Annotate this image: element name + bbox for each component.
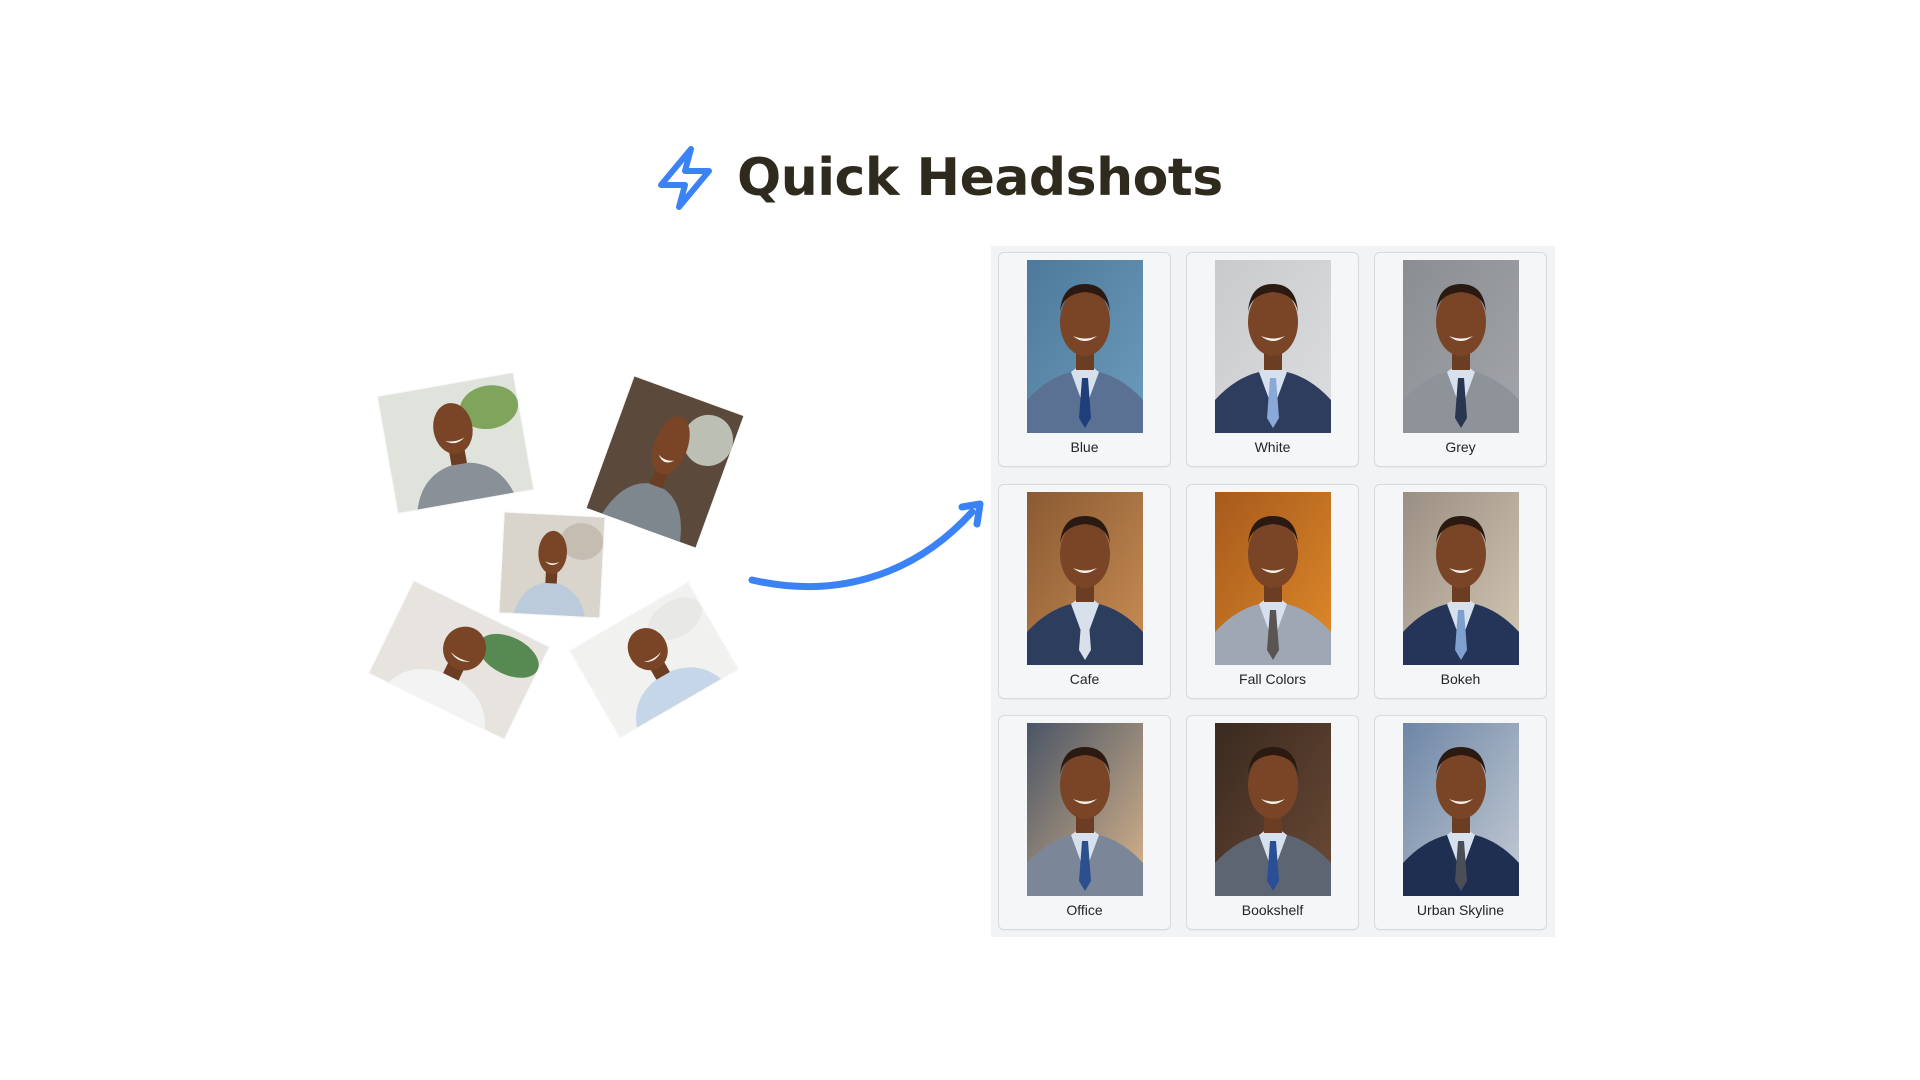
style-card-white[interactable]: White [1186, 252, 1359, 467]
results-panel: Blue White Grey Cafe Fall Colors Bokeh O… [991, 246, 1555, 937]
style-card-urban-skyline[interactable]: Urban Skyline [1374, 715, 1547, 930]
headshot-image [1403, 260, 1519, 433]
style-label: Grey [1445, 439, 1476, 455]
style-label: Bookshelf [1241, 902, 1304, 918]
curved-arrow-icon [748, 500, 984, 591]
headshot-image [1403, 492, 1519, 665]
headshot-image [1027, 723, 1143, 896]
style-label: Bokeh [1440, 671, 1481, 687]
style-label: Office [1066, 902, 1103, 918]
style-card-office[interactable]: Office [998, 715, 1171, 930]
style-label: Blue [1070, 439, 1099, 455]
style-card-cafe[interactable]: Cafe [998, 484, 1171, 699]
headshot-image [1027, 260, 1143, 433]
headshot-image [1215, 723, 1331, 896]
style-label: Fall Colors [1239, 671, 1306, 687]
style-label: White [1254, 439, 1291, 455]
style-label: Urban Skyline [1416, 902, 1505, 918]
headshot-image [1403, 723, 1519, 896]
page-title: Quick Headshots [737, 148, 1223, 208]
style-card-grey[interactable]: Grey [1374, 252, 1547, 467]
input-photo [377, 373, 534, 513]
style-card-bokeh[interactable]: Bokeh [1374, 484, 1547, 699]
header: Quick Headshots [655, 140, 1223, 216]
style-card-blue[interactable]: Blue [998, 252, 1171, 467]
headshot-image [1027, 492, 1143, 665]
input-photo [499, 512, 605, 618]
style-card-fall-colors[interactable]: Fall Colors [1186, 484, 1359, 699]
style-label: Cafe [1069, 671, 1100, 687]
input-photo [586, 376, 744, 548]
headshot-image [1215, 260, 1331, 433]
style-card-bookshelf[interactable]: Bookshelf [1186, 715, 1359, 930]
headshot-image [1215, 492, 1331, 665]
lightning-bolt-icon [658, 146, 712, 210]
